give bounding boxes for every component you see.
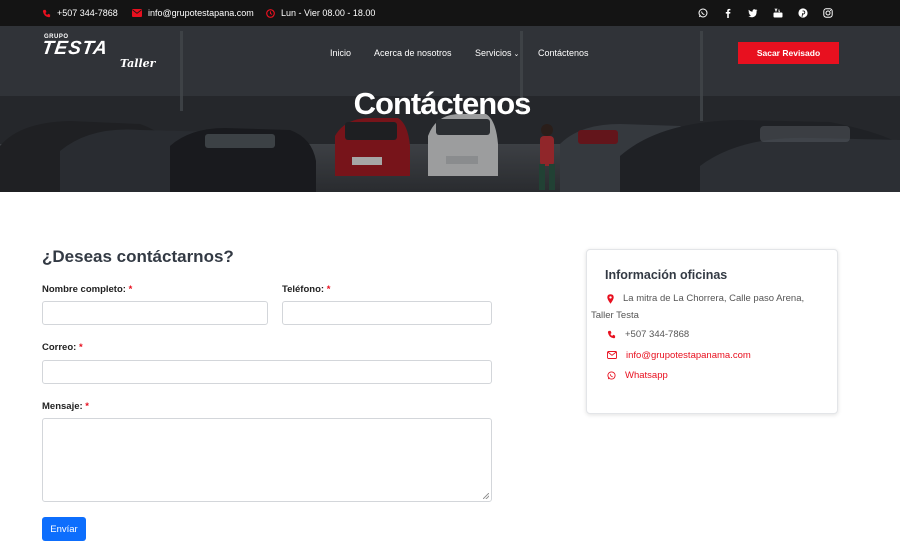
email-label-text: Correo: (42, 342, 77, 353)
clock-icon (266, 8, 275, 18)
message-label-text: Mensaje: (42, 401, 83, 412)
logo-taller-text: Taller (120, 57, 156, 70)
office-phone-text: +507 344-7868 (625, 329, 690, 340)
office-whatsapp[interactable]: Whatsapp (607, 368, 668, 384)
phone-icon (42, 9, 51, 17)
instagram-icon[interactable] (821, 7, 834, 20)
logo-testa-text: TESTA (40, 38, 110, 59)
nav-item-servicios-label: Servicios (475, 48, 512, 58)
form-title: ¿Deseas contáctarnos? (42, 247, 234, 266)
pinterest-icon[interactable] (796, 7, 809, 20)
office-email[interactable]: info@grupotestapanama.com (607, 348, 751, 364)
topbar-hours: Lun - Vier 08.00 - 18.00 (266, 0, 375, 26)
office-address: La mitra de La Chorrera, Calle paso Aren… (607, 291, 827, 307)
nav-item-inicio[interactable]: Inicio (330, 48, 351, 58)
grupo-testa-logo[interactable]: GRUPO TESTA Taller (40, 34, 162, 74)
required-mark: * (128, 284, 133, 295)
topbar-email[interactable]: info@grupotestapana.com (132, 0, 254, 26)
phone-icon (607, 330, 616, 339)
top-bar: +507 344-7868 info@grupotestapana.com Lu… (0, 0, 900, 26)
email-field[interactable] (42, 360, 492, 384)
envelope-icon (607, 351, 617, 359)
twitter-icon[interactable] (746, 7, 759, 20)
office-address-line2: Taller Testa (591, 310, 639, 321)
required-mark: * (78, 342, 83, 353)
phone-label-text: Teléfono: (282, 284, 325, 295)
resize-grip-icon[interactable] (483, 493, 489, 499)
hero-banner: GRUPO TESTA Taller Inicio Acerca de noso… (0, 26, 900, 192)
office-email-link[interactable]: info@grupotestapanama.com (626, 348, 751, 364)
office-phone[interactable]: +507 344-7868 (607, 327, 689, 343)
whatsapp-icon (607, 371, 616, 380)
topbar-email-text: info@grupotestapana.com (148, 8, 254, 18)
office-info-title: Información oficinas (605, 268, 728, 282)
envelope-icon (132, 9, 142, 17)
map-marker-icon (607, 294, 614, 304)
email-label: Correo: * (42, 342, 83, 353)
nav-item-contactenos[interactable]: Contáctenos (538, 48, 589, 58)
office-whatsapp-link[interactable]: Whatsapp (625, 368, 668, 384)
nav-item-servicios[interactable]: Servicios ⌄ (475, 48, 519, 58)
office-address-line1: La mitra de La Chorrera, Calle paso Aren… (623, 293, 805, 304)
name-label: Nombre completo: * (42, 284, 132, 295)
nav-item-acerca[interactable]: Acerca de nosotros (374, 48, 452, 58)
required-mark: * (326, 284, 331, 295)
message-label: Mensaje: * (42, 401, 89, 412)
page-title: Contáctenos (353, 86, 532, 121)
name-field[interactable] (42, 301, 268, 325)
youtube-icon[interactable] (771, 7, 784, 20)
phone-label: Teléfono: * (282, 284, 330, 295)
topbar-phone[interactable]: +507 344-7868 (42, 0, 118, 26)
phone-field[interactable] (282, 301, 492, 325)
message-textarea[interactable] (42, 418, 492, 502)
office-address-line2-row: Taller Testa (591, 308, 639, 324)
office-info-card: Información oficinas La mitra de La Chor… (586, 249, 838, 414)
facebook-icon[interactable] (721, 7, 734, 20)
topbar-phone-text: +507 344-7868 (57, 8, 118, 18)
required-mark: * (85, 401, 89, 412)
topbar-hours-text: Lun - Vier 08.00 - 18.00 (281, 8, 376, 18)
whatsapp-icon[interactable] (696, 7, 709, 20)
social-links (696, 0, 834, 26)
submit-button[interactable]: Envíar (42, 517, 86, 541)
name-label-text: Nombre completo: (42, 284, 126, 295)
sacar-revisado-button[interactable]: Sacar Revisado (738, 42, 839, 64)
chevron-down-icon: ⌄ (513, 51, 520, 58)
